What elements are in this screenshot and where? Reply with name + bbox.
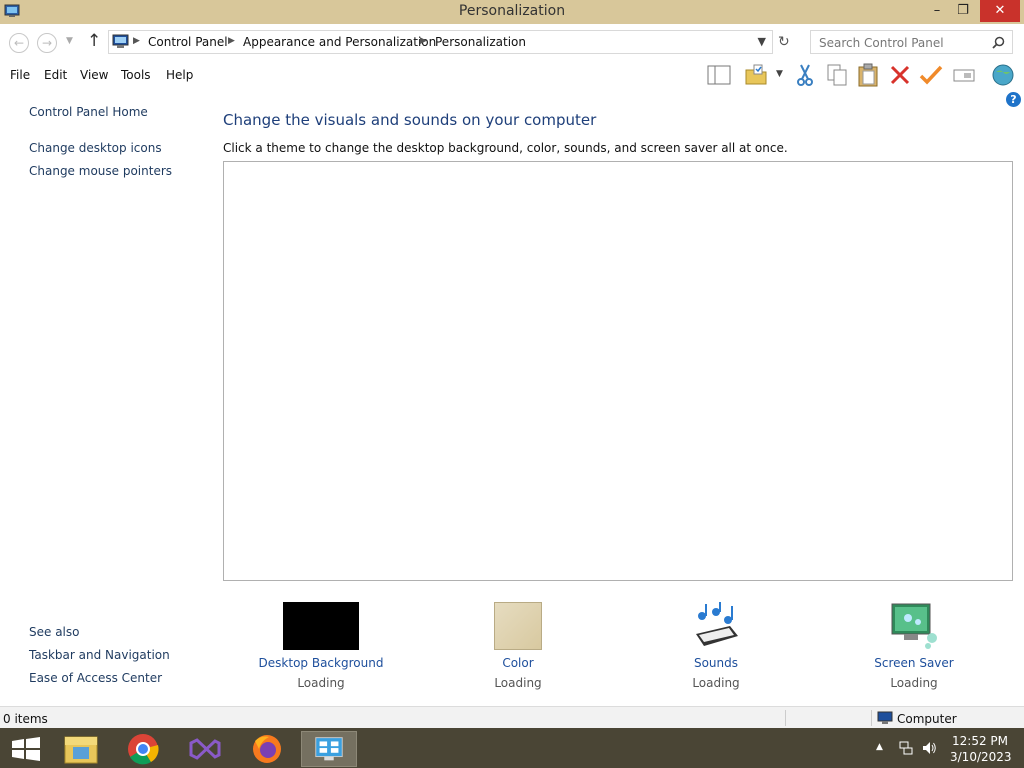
taskbar-navigation-link[interactable]: Taskbar and Navigation bbox=[29, 648, 170, 662]
breadcrumb-separator: ▶ bbox=[420, 36, 427, 46]
volume-icon[interactable] bbox=[921, 740, 937, 756]
color-link[interactable]: Color bbox=[438, 656, 598, 670]
screen-saver-link[interactable]: Screen Saver bbox=[834, 656, 994, 670]
chrome-icon[interactable] bbox=[115, 731, 171, 767]
recent-locations-dropdown[interactable]: ▼ bbox=[66, 36, 73, 46]
search-placeholder: Search Control Panel bbox=[819, 36, 944, 50]
visual-studio-icon[interactable] bbox=[177, 731, 233, 767]
layout-pane-icon[interactable] bbox=[706, 62, 732, 88]
up-button[interactable]: ↑ bbox=[87, 31, 101, 51]
screen-saver-status: Loading bbox=[890, 676, 938, 690]
computer-icon bbox=[877, 711, 893, 724]
status-location: Computer bbox=[897, 712, 957, 726]
change-mouse-pointers-link[interactable]: Change mouse pointers bbox=[29, 164, 172, 178]
cut-icon[interactable] bbox=[792, 62, 818, 88]
refresh-icon[interactable]: ↻ bbox=[778, 34, 790, 50]
change-desktop-icons-link[interactable]: Change desktop icons bbox=[29, 141, 162, 155]
color-swatch[interactable] bbox=[494, 602, 542, 650]
title-bar: Personalization – ❐ ✕ bbox=[0, 0, 1024, 24]
clock-time: 12:52 PM bbox=[952, 734, 1008, 748]
breadcrumb-appearance[interactable]: Appearance and Personalization bbox=[243, 35, 436, 49]
status-divider bbox=[785, 710, 786, 726]
folder-options-icon[interactable] bbox=[744, 62, 770, 88]
page-heading: Change the visuals and sounds on your co… bbox=[223, 111, 597, 129]
menu-file[interactable]: File bbox=[10, 68, 30, 82]
sounds-icon[interactable] bbox=[690, 600, 742, 652]
control-panel-home-link[interactable]: Control Panel Home bbox=[29, 105, 148, 119]
search-input[interactable]: Search Control Panel bbox=[810, 30, 1013, 54]
delete-icon[interactable] bbox=[887, 62, 913, 88]
clock-date: 3/10/2023 bbox=[950, 750, 1012, 764]
sounds-status: Loading bbox=[692, 676, 740, 690]
screen-saver-icon[interactable] bbox=[888, 600, 940, 652]
maximize-button[interactable]: ❐ bbox=[948, 0, 978, 22]
start-icon[interactable] bbox=[0, 731, 56, 767]
taskbar: ▲ 12:52 PM 3/10/2023 bbox=[0, 728, 1024, 768]
firefox-icon[interactable] bbox=[239, 731, 295, 767]
address-dropdown-icon[interactable]: ▼ bbox=[758, 35, 766, 48]
close-button[interactable]: ✕ bbox=[980, 0, 1020, 22]
see-also-label: See also bbox=[29, 625, 80, 639]
show-hidden-icons-icon[interactable]: ▲ bbox=[876, 742, 883, 752]
sounds-link[interactable]: Sounds bbox=[636, 656, 796, 670]
paste-icon[interactable] bbox=[855, 62, 881, 88]
status-divider bbox=[871, 710, 872, 726]
breadcrumb-control-panel[interactable]: Control Panel bbox=[148, 35, 228, 49]
status-bar: 0 items Computer bbox=[0, 706, 1024, 728]
breadcrumb-personalization[interactable]: Personalization bbox=[435, 35, 526, 49]
menu-tools[interactable]: Tools bbox=[121, 68, 151, 82]
theme-list[interactable] bbox=[223, 161, 1013, 581]
search-icon[interactable] bbox=[992, 36, 1005, 49]
breadcrumb-separator: ▶ bbox=[133, 36, 140, 46]
properties-check-icon[interactable] bbox=[918, 62, 944, 88]
ease-of-access-link[interactable]: Ease of Access Center bbox=[29, 671, 162, 685]
menu-edit[interactable]: Edit bbox=[44, 68, 67, 82]
forward-button[interactable]: → bbox=[37, 33, 57, 53]
page-description: Click a theme to change the desktop back… bbox=[223, 141, 788, 155]
network-globe-icon[interactable] bbox=[990, 62, 1016, 88]
network-icon[interactable] bbox=[898, 740, 914, 756]
clock[interactable]: 12:52 PM 3/10/2023 bbox=[950, 733, 1012, 765]
personalization-icon[interactable] bbox=[301, 731, 357, 767]
rename-icon[interactable] bbox=[951, 62, 977, 88]
control-panel-icon bbox=[112, 34, 129, 48]
folder-options-dropdown-icon[interactable]: ▼ bbox=[776, 69, 783, 79]
desktop-background-link[interactable]: Desktop Background bbox=[241, 656, 401, 670]
menu-view[interactable]: View bbox=[80, 68, 108, 82]
item-count: 0 items bbox=[3, 712, 48, 726]
color-status: Loading bbox=[494, 676, 542, 690]
desktop-background-status: Loading bbox=[297, 676, 345, 690]
help-icon[interactable]: ? bbox=[1006, 92, 1021, 107]
copy-icon[interactable] bbox=[824, 62, 850, 88]
address-bar[interactable]: ▶ Control Panel ▶ Appearance and Persona… bbox=[108, 30, 773, 54]
window-title: Personalization bbox=[458, 3, 566, 19]
back-button[interactable]: ← bbox=[9, 33, 29, 53]
menu-help[interactable]: Help bbox=[166, 68, 193, 82]
desktop-background-thumbnail[interactable] bbox=[283, 602, 359, 650]
file-explorer-icon[interactable] bbox=[53, 731, 109, 767]
breadcrumb-separator: ▶ bbox=[228, 36, 235, 46]
navigation-bar: ← → ▼ ↑ ▶ Control Panel ▶ Appearance and… bbox=[0, 24, 1024, 58]
